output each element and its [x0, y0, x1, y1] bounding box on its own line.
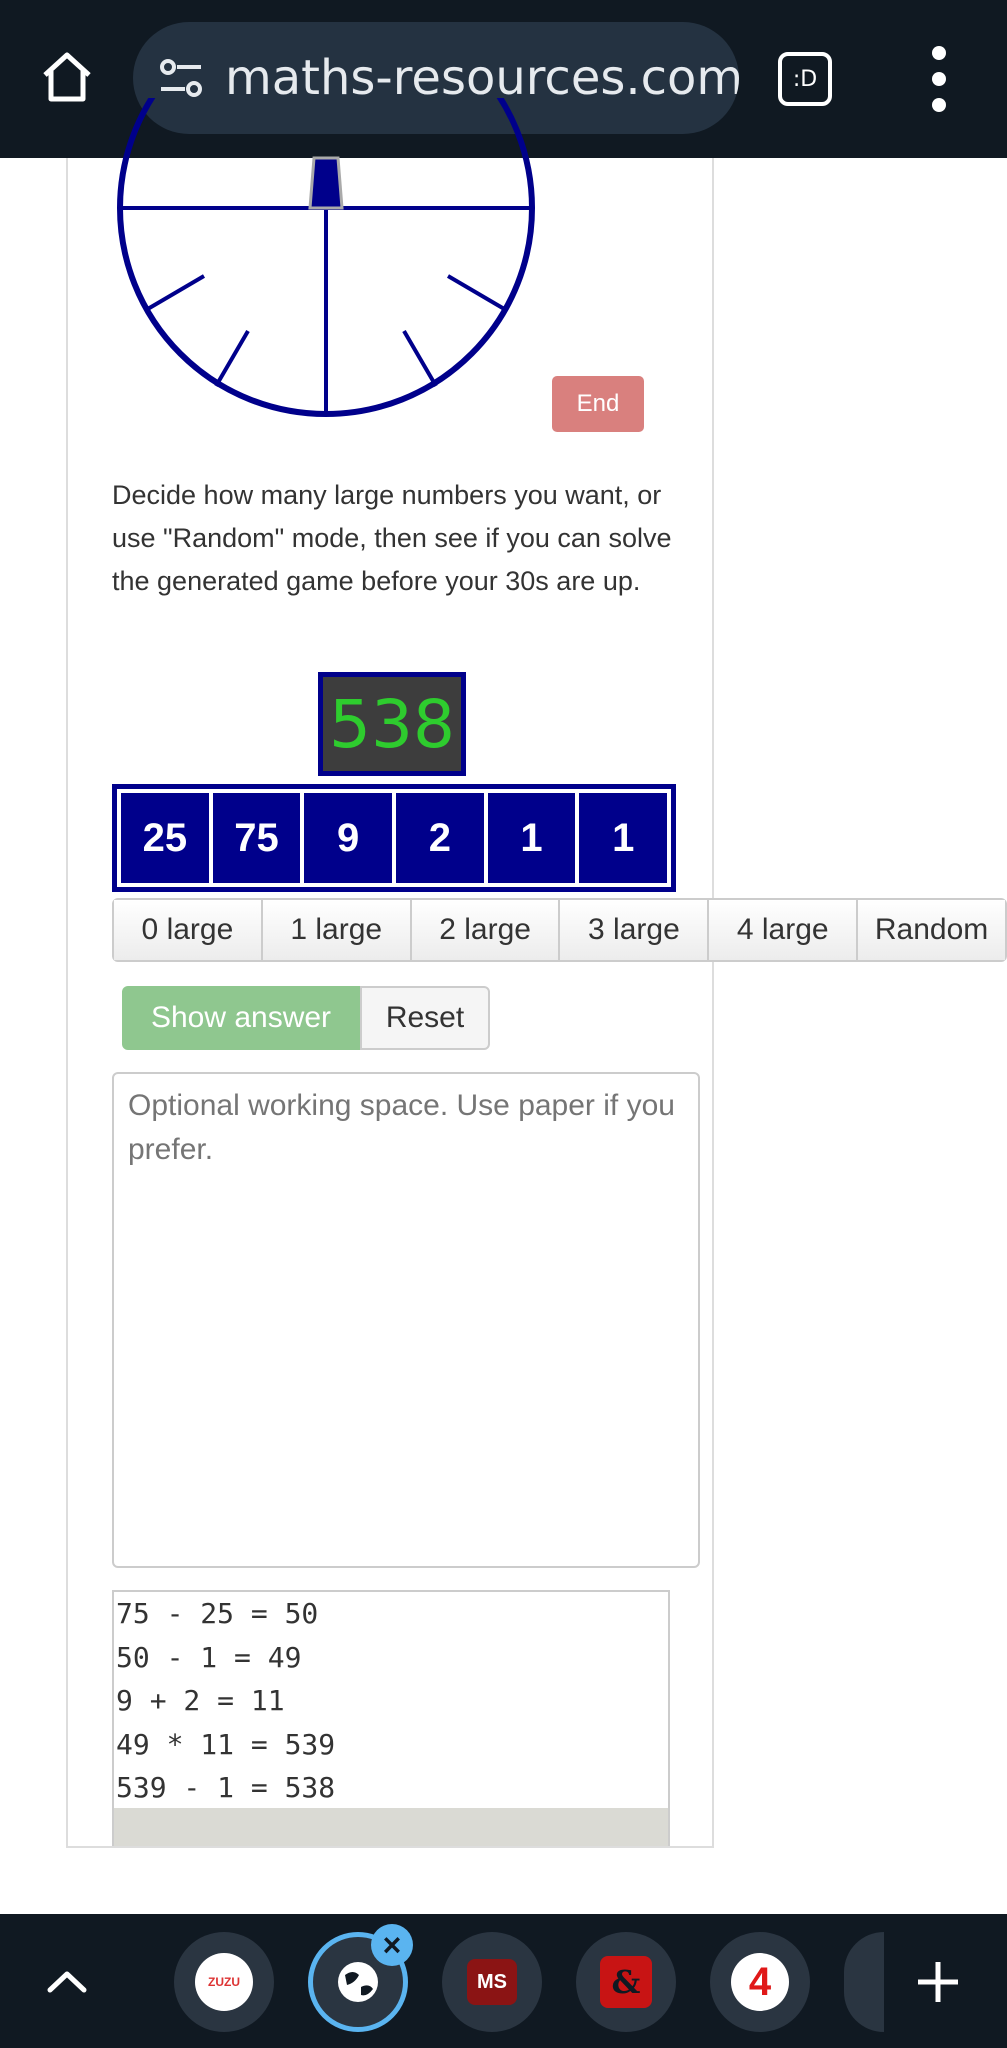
number-tile: 25 [121, 793, 209, 883]
four-favicon-icon: 4 [731, 1953, 789, 2011]
zuzu-favicon-icon: ZUZU [195, 1953, 253, 2011]
number-tile: 75 [212, 793, 301, 883]
answer-step: 75 - 25 = 50 [116, 1597, 319, 1630]
tab-strip: ZUZU × MS & 4 [0, 1914, 1007, 2048]
menu-dot-icon [932, 72, 946, 86]
random-button[interactable]: Random [858, 900, 1005, 960]
show-answer-button[interactable]: Show answer [122, 986, 360, 1050]
menu-dot-icon [932, 46, 946, 60]
home-button[interactable] [30, 40, 104, 114]
close-tab-icon[interactable]: × [371, 1924, 413, 1966]
tab-ms[interactable]: MS [442, 1932, 542, 2032]
timer-clock [117, 98, 535, 417]
tab-four[interactable]: 4 [710, 1932, 810, 2032]
globe-icon [338, 1962, 378, 2002]
number-tile: 1 [487, 793, 576, 883]
ms-favicon-icon: MS [467, 1959, 517, 2005]
large-number-selector: 0 large 1 large 2 large 3 large 4 large … [112, 898, 1007, 962]
answer-step: 9 + 2 = 11 [116, 1684, 285, 1717]
number-tiles: 25 75 9 2 1 1 [112, 784, 676, 892]
menu-dot-icon [932, 98, 946, 112]
new-tab-icon[interactable] [912, 1956, 964, 2008]
reset-button[interactable]: Reset [360, 986, 490, 1050]
chevron-up-icon[interactable] [40, 1954, 94, 2008]
zero-large-button[interactable]: 0 large [114, 900, 263, 960]
one-large-button[interactable]: 1 large [262, 900, 412, 960]
tab-partial[interactable] [844, 1932, 884, 2032]
answer-step: 49 * 11 = 539 [116, 1727, 336, 1761]
two-large-button[interactable]: 2 large [411, 900, 561, 960]
tab-switcher-button[interactable]: :D [778, 52, 832, 106]
answer-box: 75 - 25 = 50 50 - 1 = 49 9 + 2 = 11 49 *… [112, 1590, 670, 1846]
working-space-textarea[interactable] [112, 1072, 700, 1568]
three-large-button[interactable]: 3 large [560, 900, 710, 960]
home-icon [43, 52, 91, 102]
instructions-text: Decide how many large numbers you want, … [112, 480, 672, 596]
tab-zuzu[interactable]: ZUZU [174, 1932, 274, 2032]
tab-dnd[interactable]: & [576, 1932, 676, 2032]
game-panel: End Decide how many large numbers you wa… [66, 98, 1007, 1848]
end-button[interactable]: End [552, 376, 644, 432]
answer-step: 50 - 1 = 49 [116, 1640, 302, 1674]
answer-scrollbar[interactable] [114, 1808, 668, 1846]
site-settings-icon[interactable] [157, 54, 207, 104]
target-number: 538 [318, 672, 466, 776]
answer-step: 539 - 1 = 538 [116, 1771, 336, 1804]
four-large-button[interactable]: 4 large [709, 900, 859, 960]
number-tile: 2 [396, 793, 484, 883]
number-tile: 9 [304, 793, 393, 883]
ampersand-favicon-icon: & [600, 1956, 652, 2008]
number-tile: 1 [579, 793, 668, 883]
more-menu-button[interactable] [920, 44, 960, 114]
timer-hand [308, 156, 344, 210]
answer-controls: Show answer Reset [122, 986, 490, 1050]
